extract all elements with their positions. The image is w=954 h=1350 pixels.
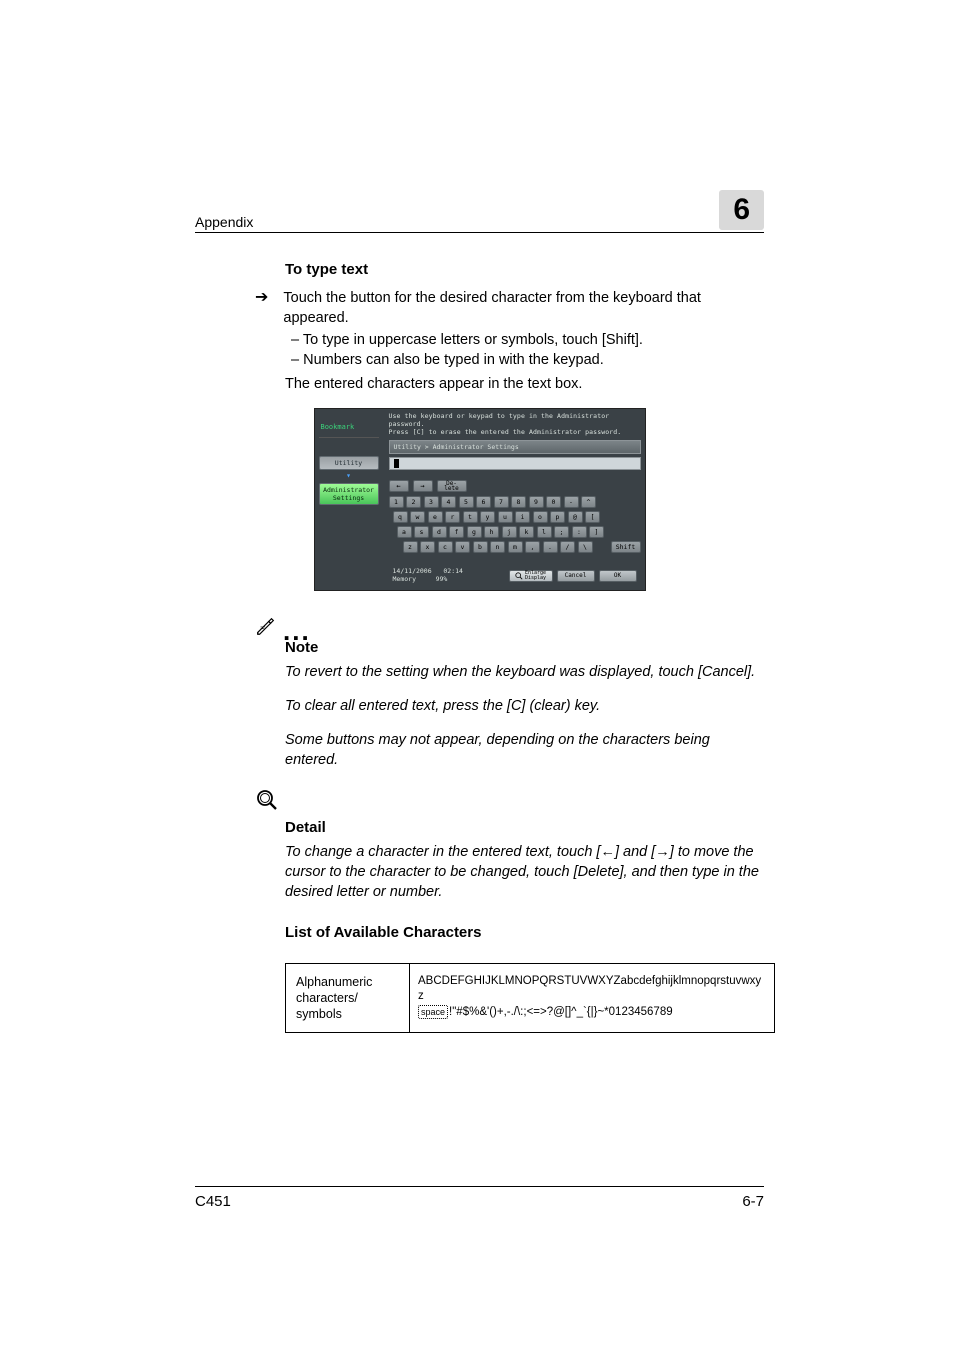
key-o[interactable]: o (533, 511, 548, 523)
key-:[interactable]: : (572, 526, 587, 538)
key-8[interactable]: 8 (511, 496, 526, 508)
ok-button[interactable]: OK (599, 570, 637, 582)
shift-button[interactable]: Shift (611, 541, 641, 553)
key-l[interactable]: l (537, 526, 552, 538)
key-/[interactable]: / (560, 541, 575, 553)
table-col-label: Alphanumeric characters/ symbols (286, 964, 410, 1033)
key-4[interactable]: 4 (441, 496, 456, 508)
key-f[interactable]: f (449, 526, 464, 538)
key-^[interactable]: ^ (581, 496, 596, 508)
note-p3: Some buttons may not appear, depending o… (285, 730, 764, 770)
detail-paragraph: To change a character in the entered tex… (285, 842, 764, 902)
key-;[interactable]: ; (554, 526, 569, 538)
key-k[interactable]: k (519, 526, 534, 538)
chars-heading: List of Available Characters (285, 924, 764, 941)
key-s[interactable]: s (414, 526, 429, 538)
key-q[interactable]: q (393, 511, 408, 523)
key-5[interactable]: 5 (459, 496, 474, 508)
section-label: Appendix (195, 214, 253, 230)
key-g[interactable]: g (467, 526, 482, 538)
status-area: 14/11/2006 02:14 Memory 99% (393, 568, 463, 582)
step-text: Touch the button for the desired charact… (283, 288, 764, 328)
key-h[interactable]: h (484, 526, 499, 538)
cancel-button[interactable]: Cancel (557, 570, 595, 582)
detail-heading: Detail (285, 819, 764, 836)
key-,[interactable]: , (525, 541, 540, 553)
key-2[interactable]: 2 (406, 496, 421, 508)
bookmark-label: Bookmark (319, 413, 379, 438)
key-\[interactable]: \ (578, 541, 593, 553)
cursor-right-button[interactable]: → (413, 480, 433, 492)
note-dots: ... (283, 626, 311, 636)
password-input[interactable] (389, 457, 641, 470)
key-r[interactable]: r (445, 511, 460, 523)
key-v[interactable]: v (455, 541, 470, 553)
detail-icon (255, 788, 279, 812)
instruction-text: Use the keyboard or keypad to type in th… (389, 413, 641, 436)
key-][interactable]: ] (589, 526, 604, 538)
note-icon (255, 615, 277, 637)
page-footer: C451 6-7 (195, 1186, 764, 1210)
nav-arrow-icon: ▾ (319, 471, 379, 480)
key-j[interactable]: j (502, 526, 517, 538)
page-header: Appendix 6 (195, 190, 764, 233)
nav-admin-settings[interactable]: Administrator Settings (319, 483, 379, 505)
key-m[interactable]: m (508, 541, 523, 553)
key-b[interactable]: b (473, 541, 488, 553)
space-token: space (418, 1005, 448, 1019)
key-a[interactable]: a (397, 526, 412, 538)
substep-2: – Numbers can also be typed in with the … (291, 350, 764, 370)
footer-page: 6-7 (742, 1193, 764, 1210)
result-text: The entered characters appear in the tex… (285, 374, 764, 394)
step-line: ➔ Touch the button for the desired chara… (255, 288, 764, 328)
characters-table: Alphanumeric characters/ symbols ABCDEFG… (285, 963, 775, 1034)
key-6[interactable]: 6 (476, 496, 491, 508)
key-7[interactable]: 7 (494, 496, 509, 508)
cursor-left-button[interactable]: ← (389, 480, 409, 492)
key-0[interactable]: 0 (546, 496, 561, 508)
arrow-icon: ➔ (255, 288, 268, 328)
substep-1: – To type in uppercase letters or symbol… (291, 330, 764, 350)
key-d[interactable]: d (432, 526, 447, 538)
key-i[interactable]: i (515, 511, 530, 523)
key-e[interactable]: e (428, 511, 443, 523)
key-w[interactable]: w (410, 511, 425, 523)
table-col-value: ABCDEFGHIJKLMNOPQRSTUVWXYZabcdefghijklmn… (410, 964, 774, 1033)
key-t[interactable]: t (463, 511, 478, 523)
delete-button[interactable]: De- lete (437, 480, 467, 492)
footer-model: C451 (195, 1193, 231, 1210)
subheading-totypetext: To type text (285, 261, 764, 278)
key--[interactable]: - (564, 496, 579, 508)
nav-utility[interactable]: Utility (319, 456, 379, 470)
chapter-number: 6 (719, 190, 764, 230)
key-n[interactable]: n (490, 541, 505, 553)
key-u[interactable]: u (498, 511, 513, 523)
key-c[interactable]: c (438, 541, 453, 553)
key-3[interactable]: 3 (424, 496, 439, 508)
key-x[interactable]: x (420, 541, 435, 553)
note-p1: To revert to the setting when the keyboa… (285, 662, 764, 682)
key-p[interactable]: p (550, 511, 565, 523)
key-[[interactable]: [ (585, 511, 600, 523)
key-z[interactable]: z (403, 541, 418, 553)
key-1[interactable]: 1 (389, 496, 404, 508)
key-9[interactable]: 9 (529, 496, 544, 508)
note-p2: To clear all entered text, press the [C]… (285, 696, 764, 716)
enlarge-display-button[interactable]: Enlarge Display (509, 570, 553, 582)
note-heading: Note (285, 639, 764, 656)
key-y[interactable]: y (480, 511, 495, 523)
embedded-screenshot: Bookmark Utility ▾ Administrator Setting… (314, 408, 646, 591)
key-.[interactable]: . (543, 541, 558, 553)
breadcrumb: Utility > Administrator Settings (389, 440, 641, 454)
key-@[interactable]: @ (568, 511, 583, 523)
